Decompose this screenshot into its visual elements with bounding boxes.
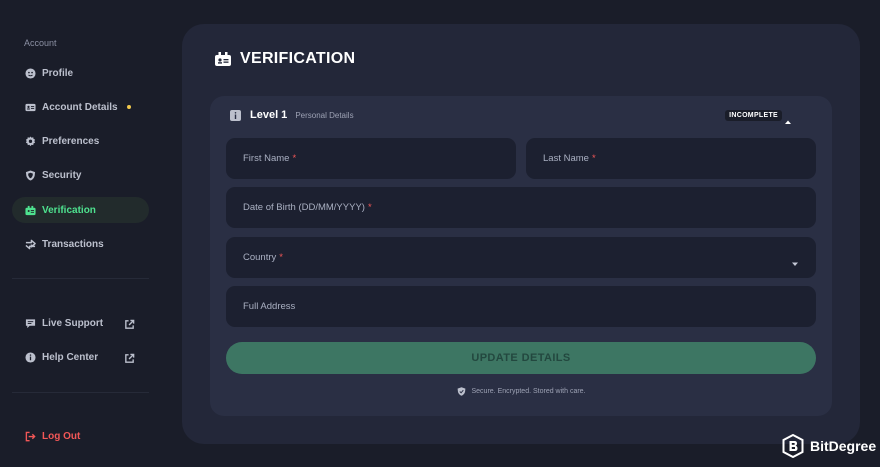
info-icon [230,109,241,121]
logout-button[interactable]: Log Out [12,423,149,449]
address-placeholder: Full Address [243,301,296,312]
logout-icon [24,430,36,442]
sidebar-divider [12,278,149,279]
last-name-placeholder: Last Name [543,153,589,164]
first-name-field[interactable]: First Name * [226,138,516,179]
sidebar-item-label: Live Support [42,317,104,329]
required-marker: * [367,202,372,213]
verification-icon [214,51,232,67]
external-link-icon [124,351,136,363]
notification-dot [126,105,131,109]
sidebar-item-transactions[interactable]: Transactions [12,231,149,257]
profile-icon [24,67,36,79]
secure-note-text: Secure. Encrypted. Stored with care. [471,388,586,395]
sidebar-item-security[interactable]: Security [12,162,149,188]
dob-placeholder: Date of Birth (DD/MM/YYYY) [243,202,365,213]
id-card-icon [24,101,36,113]
country-select[interactable]: Country * [226,237,816,278]
address-field[interactable]: Full Address [226,286,816,327]
sidebar-item-account-details[interactable]: Account Details [12,94,149,120]
required-marker: * [279,252,283,263]
shield-icon [24,169,36,181]
shield-check-icon [457,387,466,396]
chevron-down-icon [791,254,799,266]
watermark: BitDegree [782,433,877,459]
gear-icon [24,135,36,147]
required-marker: * [292,153,297,164]
transactions-icon [24,238,36,250]
level-card: Level 1 Personal Details INCOMPLETE Firs… [210,96,832,416]
sidebar-item-verification[interactable]: Verification [12,197,149,223]
bitdegree-logo-icon [782,433,804,459]
level-sublabel: Personal Details [295,110,354,120]
watermark-text: BitDegree [810,438,877,454]
chat-icon [24,317,36,329]
country-placeholder: Country [243,252,277,263]
last-name-field[interactable]: Last Name * [526,138,816,179]
verification-icon [24,204,36,216]
sidebar-section-label: Account [24,38,57,48]
dob-field[interactable]: Date of Birth (DD/MM/YYYY) * [226,187,816,228]
logout-label: Log Out [42,430,81,442]
sidebar-item-label: Verification [42,204,96,216]
external-link-icon [124,317,136,329]
sidebar: Account Profile Account Details Preferen… [0,0,165,467]
page-title-text: VERIFICATION [240,50,356,67]
sidebar-item-label: Security [42,169,82,181]
sidebar-divider [12,392,149,393]
sidebar-item-preferences[interactable]: Preferences [12,128,149,154]
level-header[interactable]: Level 1 Personal Details INCOMPLETE [230,109,812,124]
update-details-button[interactable]: UPDATE DETAILS [226,342,816,374]
secure-note: Secure. Encrypted. Stored with care. [210,387,832,396]
info-icon [24,351,36,363]
sidebar-item-label: Account Details [42,101,118,113]
sidebar-item-label: Profile [42,67,74,79]
required-marker: * [591,153,596,164]
sidebar-item-live-support[interactable]: Live Support [12,310,149,336]
chevron-up-icon[interactable] [784,112,792,124]
sidebar-item-label: Transactions [42,238,104,250]
level-label: Level 1 [250,109,288,121]
sidebar-item-help-center[interactable]: Help Center [12,344,149,370]
page-title: VERIFICATION [214,50,355,68]
verification-panel: VERIFICATION Level 1 Personal Details IN… [182,24,860,444]
sidebar-item-label: Preferences [42,135,100,147]
sidebar-item-profile[interactable]: Profile [12,60,149,86]
first-name-placeholder: First Name [243,153,290,164]
sidebar-item-label: Help Center [42,351,99,363]
status-badge: INCOMPLETE [725,110,782,121]
